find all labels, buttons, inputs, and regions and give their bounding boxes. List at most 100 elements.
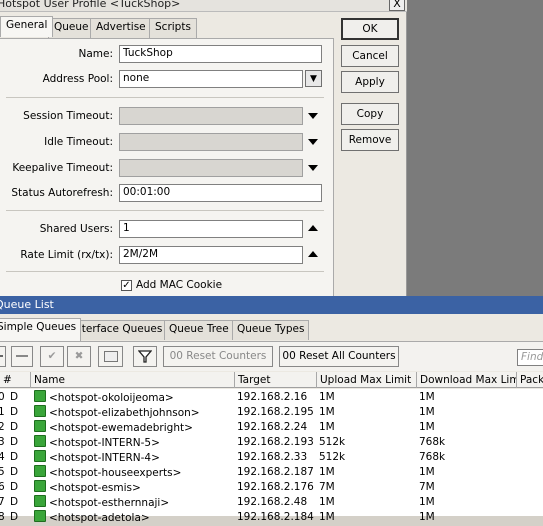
cell-flag: D (10, 466, 19, 478)
queue-icon (34, 390, 46, 402)
remove-button[interactable]: Remove (341, 129, 399, 151)
divider (6, 271, 324, 272)
status-autorefresh-field[interactable]: 00:01:00 (119, 184, 322, 202)
shared-users-field[interactable]: 1 (119, 220, 303, 238)
cell-num: 1 (0, 406, 5, 418)
session-timeout-field[interactable] (119, 107, 303, 125)
note-icon (103, 350, 118, 362)
reset-counters-button[interactable]: 00 Reset Counters (163, 346, 273, 367)
enable-button[interactable]: ✔ (40, 346, 64, 367)
table-row[interactable]: 2 D <hotspot-ewemadebright> 192.168.2.24 1M 1… (0, 420, 543, 435)
table-row[interactable]: 4 D <hotspot-INTERN-4> 192.168.2.33 512k 768k (0, 450, 543, 465)
tab-queue-types[interactable]: Queue Types (232, 320, 310, 340)
table-row[interactable]: 1 D <hotspot-elizabethjohnson> 192.168.2.19… (0, 405, 543, 420)
tab-simple-queues[interactable]: Simple Queues (0, 318, 82, 341)
cell-download: 1M (419, 511, 435, 523)
cell-target: 192.168.2.195 (237, 406, 314, 418)
cell-flag: D (10, 451, 19, 463)
check-icon: ✔ (47, 350, 57, 362)
tab-queue-tree[interactable]: Queue Tree (164, 320, 234, 340)
cell-download: 1M (419, 391, 435, 403)
keepalive-timeout-field[interactable] (119, 159, 303, 177)
tab-general[interactable]: General (0, 16, 54, 37)
cell-upload: 1M (319, 496, 335, 508)
desktop-background (407, 0, 543, 296)
column-header-target[interactable]: Target (234, 372, 316, 388)
copy-button[interactable]: Copy (341, 103, 399, 125)
address-pool-select[interactable]: none (119, 70, 303, 88)
cell-num: 5 (0, 466, 5, 478)
table-row[interactable]: 5 D <hotspot-houseexperts> 192.168.2.187 1M 1… (0, 465, 543, 480)
tab-interface-queues[interactable]: Interface Queues (67, 320, 168, 340)
comment-button[interactable] (98, 346, 123, 367)
find-input[interactable]: Find (517, 349, 543, 366)
cell-upload: 7M (319, 481, 335, 493)
rate-limit-field[interactable]: 2M/2M (119, 246, 303, 264)
divider (6, 210, 324, 211)
apply-button[interactable]: Apply (341, 71, 399, 93)
cell-name: <hotspot-okoloijeoma> (34, 390, 234, 406)
expand-down-icon[interactable] (308, 139, 318, 145)
remove-queue-button[interactable] (11, 346, 33, 367)
cell-upload: 512k (319, 436, 346, 448)
shared-users-label: Shared Users: (39, 223, 113, 235)
idle-timeout-label: Idle Timeout: (44, 136, 113, 148)
column-header-number[interactable]: # (0, 372, 30, 388)
idle-timeout-field[interactable] (119, 133, 303, 151)
add-mac-cookie-checkbox[interactable]: ✓ (121, 280, 132, 291)
dropdown-arrow-icon[interactable]: ▼ (305, 70, 322, 87)
column-header-name[interactable]: Name (30, 372, 234, 388)
table-row[interactable]: 6 D <hotspot-esmis> 192.168.2.176 7M 7M (0, 480, 543, 495)
cancel-button[interactable]: Cancel (341, 45, 399, 67)
cell-flag: D (10, 496, 19, 508)
queue-name: <hotspot-elizabethjohnson> (49, 407, 200, 419)
ok-button[interactable]: OK (341, 18, 399, 40)
cell-name: <hotspot-ewemadebright> (34, 420, 234, 436)
queue-name: <hotspot-esmis> (49, 482, 141, 494)
cell-target: 192.168.2.176 (237, 481, 314, 493)
cell-name: <hotspot-houseexperts> (34, 465, 234, 481)
cell-upload: 1M (319, 406, 335, 418)
queue-icon (34, 480, 46, 492)
cell-upload: 1M (319, 466, 335, 478)
name-field[interactable]: TuckShop (119, 45, 322, 63)
collapse-up-icon[interactable] (308, 251, 318, 257)
queue-name: <hotspot-ewemadebright> (49, 422, 193, 434)
disable-button[interactable]: ✖ (67, 346, 91, 367)
collapse-up-icon[interactable] (308, 225, 318, 231)
column-header-packets[interactable]: Packets (516, 372, 543, 388)
tab-scripts[interactable]: Scripts (149, 18, 197, 38)
rate-limit-label: Rate Limit (rx/tx): (20, 249, 113, 261)
column-header-download[interactable]: Download Max Limit (416, 372, 516, 388)
reset-all-counters-button[interactable]: 00 Reset All Counters (279, 346, 399, 367)
expand-down-icon[interactable] (308, 165, 318, 171)
table-row[interactable]: 7 D <hotspot-esthernnaji> 192.168.2.48 1M 1M (0, 495, 543, 510)
cell-flag: D (10, 481, 19, 493)
filter-button[interactable] (133, 346, 157, 367)
close-button[interactable]: X (389, 0, 405, 11)
cell-target: 192.168.2.187 (237, 466, 314, 478)
plus-icon (0, 355, 3, 357)
cell-download: 1M (419, 421, 435, 433)
cell-num: 0 (0, 391, 5, 403)
tab-advertise[interactable]: Advertise (90, 18, 152, 38)
cell-num: 4 (0, 451, 5, 463)
cell-download: 1M (419, 406, 435, 418)
column-header-upload[interactable]: Upload Max Limit (316, 372, 416, 388)
expand-down-icon[interactable] (308, 113, 318, 119)
cell-target: 192.168.2.184 (237, 511, 314, 523)
add-button[interactable] (0, 346, 6, 367)
queue-icon (34, 510, 46, 522)
tab-queue[interactable]: Queue (48, 18, 95, 38)
cell-flag: D (10, 421, 19, 433)
cell-upload: 1M (319, 421, 335, 433)
cell-download: 1M (419, 466, 435, 478)
queue-icon (34, 495, 46, 507)
cell-upload: 1M (319, 391, 335, 403)
cell-num: 6 (0, 481, 5, 493)
table-row[interactable]: 0 D <hotspot-okoloijeoma> 192.168.2.16 1M 1M (0, 390, 543, 405)
table-row[interactable]: 8 D <hotspot-adetola> 192.168.2.184 1M 1M (0, 510, 543, 525)
queue-icon (34, 405, 46, 417)
keepalive-timeout-label: Keepalive Timeout: (12, 162, 113, 174)
table-row[interactable]: 3 D <hotspot-INTERN-5> 192.168.2.193 512k 768… (0, 435, 543, 450)
